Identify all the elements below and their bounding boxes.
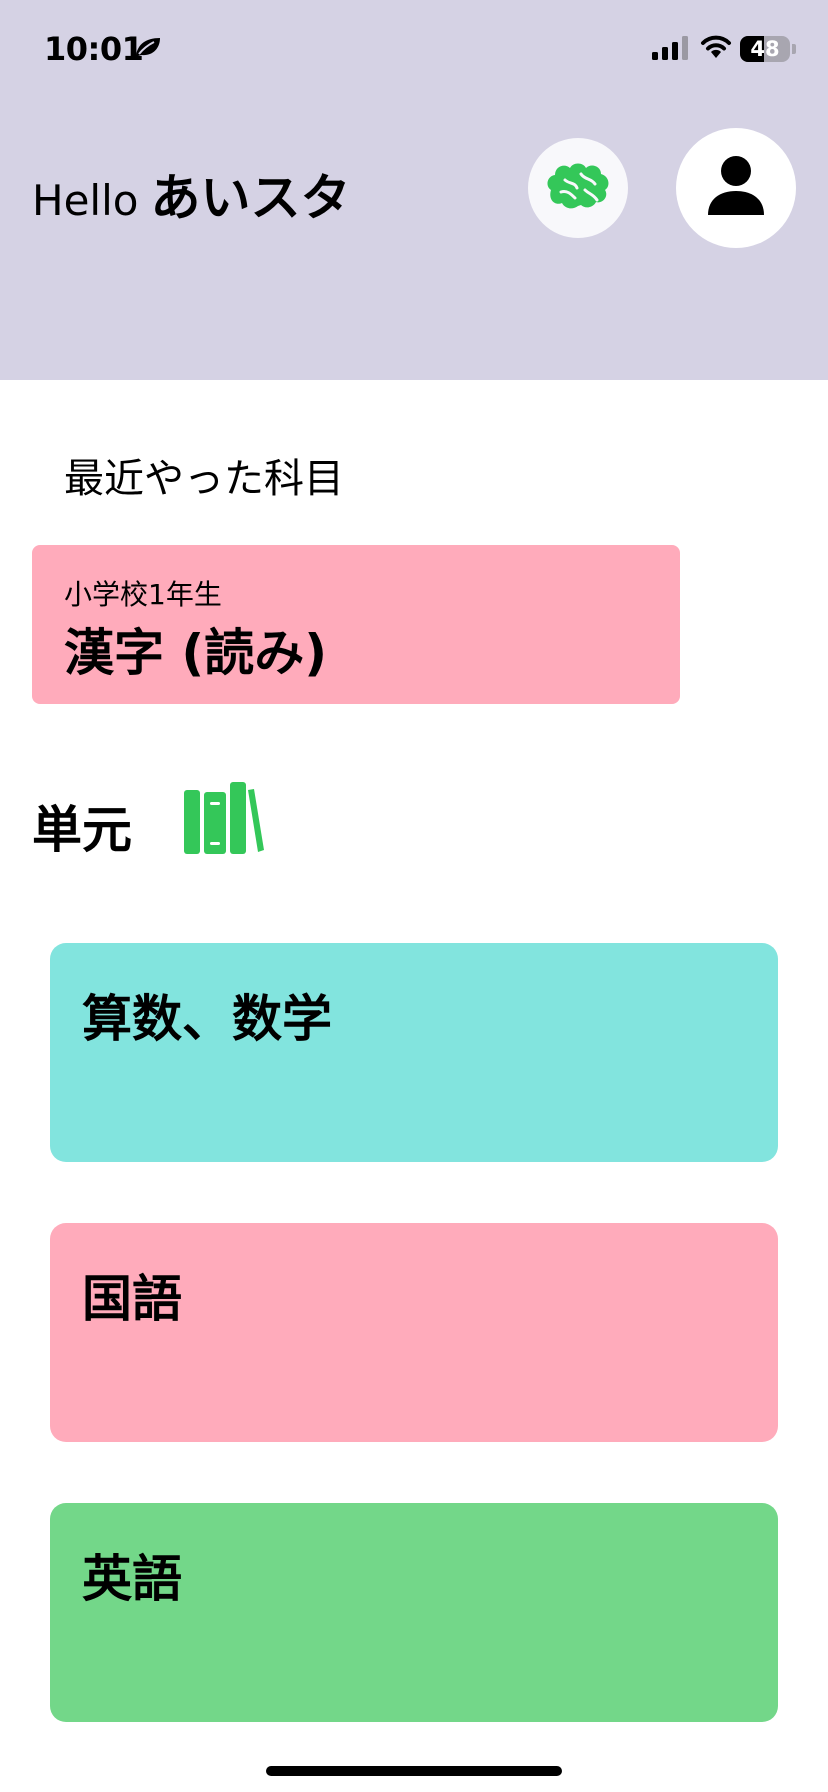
battery-level-text: 48 [750,37,780,61]
subject-label-math: 算数、数学 [82,990,332,1048]
brain-button[interactable] [528,138,628,238]
battery-tip [792,44,796,54]
person-icon [706,155,766,221]
subject-label-english: 英語 [82,1550,182,1608]
cellular-signal-icon [652,36,690,64]
profile-button[interactable] [676,128,796,248]
home-indicator [266,1766,562,1776]
leaf-icon [134,36,162,62]
status-time: 10:01 [44,30,144,68]
subject-card-english[interactable]: 英語 [50,1503,778,1722]
greeting-hello: Hello [32,176,139,225]
header: 10:01 48 Hello あいスタ [0,0,828,380]
greeting-username: あいスタ [150,169,351,227]
books-icon [182,780,264,860]
brain-icon [545,160,611,216]
recent-subject-card[interactable]: 小学校1年生 漢字 (読み) [32,545,680,704]
recent-subject-name: 漢字 (読み) [64,624,328,682]
wifi-icon [700,34,732,64]
greeting: Hello あいスタ [32,158,350,230]
subject-label-japanese: 国語 [82,1270,182,1328]
status-bar: 10:01 48 [0,0,828,100]
recent-subjects-heading: 最近やった科目 [64,456,344,502]
subject-card-japanese[interactable]: 国語 [50,1223,778,1442]
units-heading: 単元 [32,801,132,859]
subject-card-math[interactable]: 算数、数学 [50,943,778,1162]
battery-icon: 48 [740,36,790,62]
recent-subject-grade: 小学校1年生 [64,578,222,611]
